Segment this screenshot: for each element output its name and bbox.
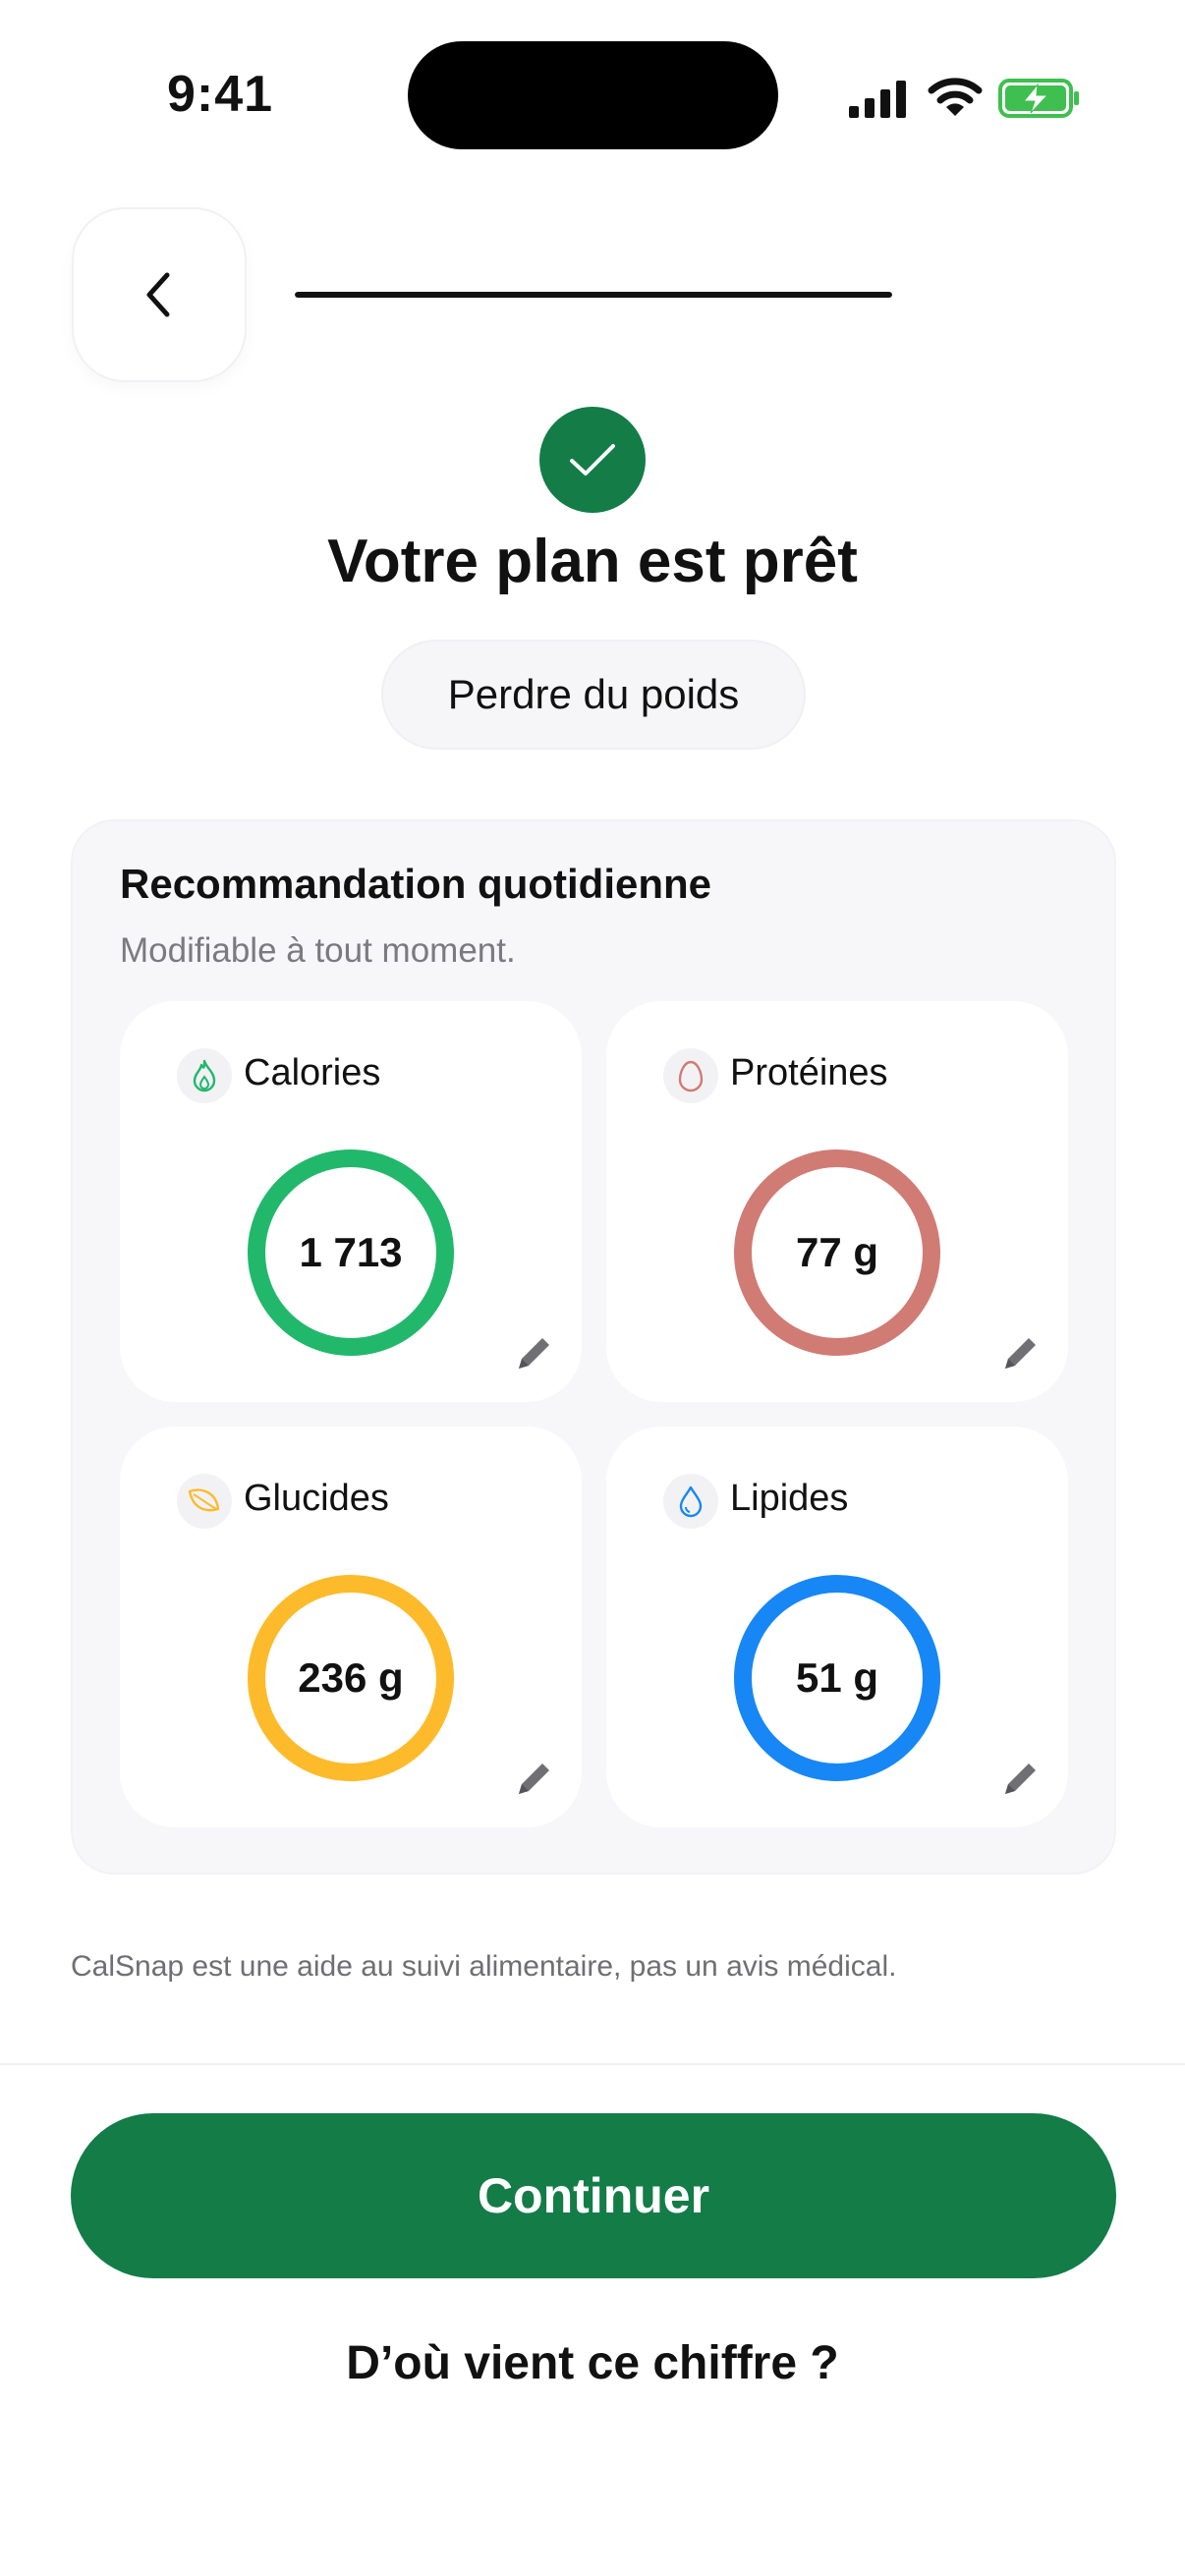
goal-chip: Perdre du poids	[381, 640, 806, 750]
status-icons	[847, 69, 1083, 128]
pencil-icon[interactable]	[999, 1331, 1043, 1374]
pencil-icon[interactable]	[999, 1757, 1043, 1800]
macro-value: 77 g	[795, 1229, 879, 1275]
continue-button[interactable]: Continuer	[71, 2113, 1116, 2278]
chevron-left-icon	[146, 272, 170, 317]
screen: 9:41 Votre plan est prêt Perdre du poids…	[0, 0, 1185, 2576]
pencil-icon[interactable]	[513, 1331, 556, 1374]
macro-label: Glucides	[244, 1478, 389, 1519]
battery-charging-icon	[998, 79, 1079, 118]
recommendation-title: Recommandation quotidienne	[120, 861, 712, 907]
page-title: Votre plan est prêt	[327, 528, 858, 595]
macro-ring: 236 g	[247, 1574, 455, 1782]
status-time: 9:41	[167, 66, 274, 123]
checkmark-icon	[570, 444, 615, 476]
recommendation-subtitle: Modifiable à tout moment.	[120, 931, 516, 970]
progress-fill	[295, 292, 892, 298]
macro-ring: 77 g	[733, 1148, 941, 1357]
macro-icon-badge	[177, 1474, 232, 1529]
cellular-signal-icon	[849, 81, 906, 118]
macro-ring: 1 713	[247, 1148, 455, 1357]
macro-icon-badge	[177, 1048, 232, 1103]
macro-ring: 51 g	[733, 1574, 941, 1782]
macro-card-carbs[interactable]: Glucides 236 g	[120, 1427, 582, 1827]
medical-disclaimer: CalSnap est une aide au suivi alimentair…	[71, 1950, 897, 1983]
onboarding-progress-bar	[295, 292, 892, 298]
macro-card-calories[interactable]: Calories 1 713	[120, 1001, 582, 1402]
back-button[interactable]	[74, 209, 245, 380]
drop-icon	[679, 1485, 703, 1518]
macro-label: Lipides	[730, 1478, 849, 1519]
dynamic-island	[408, 41, 778, 149]
success-check-badge	[539, 407, 646, 513]
macro-card-fats[interactable]: Lipides 51 g	[606, 1427, 1068, 1827]
macro-card-proteins[interactable]: Protéines 77 g	[606, 1001, 1068, 1402]
where-does-this-number-come-from-link[interactable]: D’où vient ce chiffre ?	[0, 2336, 1185, 2390]
macro-value: 1 713	[299, 1229, 403, 1275]
macro-icon-badge	[663, 1474, 718, 1529]
wifi-icon	[928, 78, 983, 116]
macro-label: Protéines	[730, 1052, 888, 1093]
divider	[0, 2063, 1185, 2065]
macro-value: 51 g	[795, 1654, 879, 1701]
macro-label: Calories	[244, 1052, 381, 1093]
macro-icon-badge	[663, 1048, 718, 1103]
flame-icon	[193, 1059, 216, 1092]
pencil-icon[interactable]	[513, 1757, 556, 1800]
macro-value: 236 g	[298, 1654, 404, 1701]
leaf-icon	[188, 1488, 220, 1512]
egg-icon	[678, 1060, 704, 1092]
